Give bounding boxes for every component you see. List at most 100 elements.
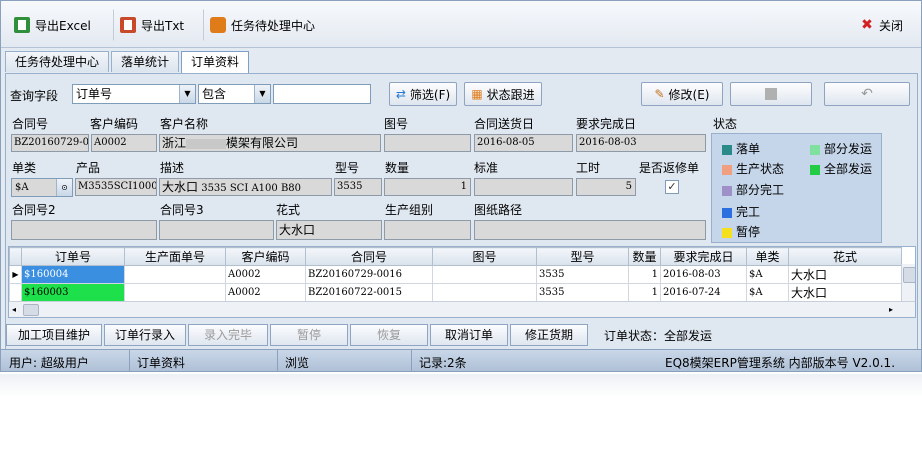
cell-unit[interactable]: $A	[746, 283, 789, 302]
query-field-select[interactable]: 订单号 ▼	[72, 84, 196, 104]
unit-select[interactable]: $A ⊙	[11, 178, 73, 197]
cell-qty[interactable]: 1	[628, 265, 661, 284]
status-track-button[interactable]: ▦ 状态跟进	[464, 82, 542, 106]
status-bar: 用户: 超级用户 订单资料 浏览 记录:2条 EQ8模架ERP管理系统 内部版本…	[1, 349, 921, 371]
excel-icon	[14, 17, 30, 33]
cell-contract-no[interactable]: BZ20160729-0016	[305, 265, 433, 284]
cell-unit[interactable]: $A	[746, 265, 789, 284]
chevron-down-icon: ▼	[254, 85, 270, 103]
column-header[interactable]: 单类	[746, 247, 789, 266]
cell-drawing-no[interactable]	[432, 283, 537, 302]
rework-checkbox[interactable]: ✓	[665, 180, 679, 194]
add-item-button[interactable]: 加工项目维护	[6, 324, 102, 346]
column-header[interactable]: 合同号	[305, 247, 433, 266]
main-window: 导出Excel 导出Txt 任务待处理中心 ✖ 关闭 任务待处理中心 落单统计 …	[0, 0, 922, 372]
fix-date-button[interactable]: 修正货期	[510, 324, 588, 346]
redacted-block	[186, 138, 227, 149]
vertical-scrollbar[interactable]	[901, 264, 915, 301]
column-header[interactable]: 订单号	[21, 247, 125, 266]
contract-no-field[interactable]: BZ20160729-001	[11, 134, 89, 152]
standard-field[interactable]	[474, 178, 573, 196]
column-header[interactable]: 花式	[788, 247, 902, 266]
cell-drawing-no[interactable]	[432, 265, 537, 284]
scroll-thumb[interactable]	[23, 304, 39, 316]
export-txt-button[interactable]: 导出Txt	[113, 9, 191, 41]
qty-field[interactable]: 1	[384, 178, 471, 196]
filter-label: 筛选(F)	[409, 87, 451, 102]
modify-button[interactable]: ✎ 修改(E)	[641, 82, 723, 106]
query-op-select[interactable]: 包含 ▼	[198, 84, 271, 104]
desc-field[interactable]: 大水口 3535 SCI A100 B80	[159, 178, 332, 196]
column-header[interactable]: 图号	[432, 247, 537, 266]
query-text-input[interactable]	[273, 84, 371, 104]
customer-name-prefix: 浙江	[162, 136, 187, 150]
pause-button[interactable]: 暂停	[270, 324, 348, 346]
cell-req-finish[interactable]: 2016-08-03	[660, 265, 747, 284]
resume-button[interactable]: 恢复	[350, 324, 428, 346]
scroll-left-icon[interactable]: ◂	[12, 305, 16, 314]
legend-item: 完工	[722, 203, 760, 220]
cell-pattern[interactable]: 大水口	[788, 265, 902, 284]
column-header[interactable]: 客户编码	[225, 247, 306, 266]
desc-label: 描述	[160, 161, 185, 175]
undo-button[interactable]: ↶	[824, 82, 910, 106]
scroll-right-icon[interactable]: ▸	[889, 305, 893, 314]
toolbar: 导出Excel 导出Txt 任务待处理中心 ✖ 关闭	[1, 1, 921, 48]
table-row[interactable]: ▶ $160004 A0002 BZ20160729-0016 3535 1 2…	[9, 265, 902, 284]
scroll-thumb[interactable]	[903, 267, 915, 283]
drawing-path-field[interactable]	[474, 220, 706, 240]
standard-label: 标准	[474, 161, 499, 175]
pattern-field[interactable]: 大水口	[276, 220, 382, 240]
table-row[interactable]: $160003 A0002 BZ20160722-0015 3535 1 201…	[9, 283, 902, 302]
order-line-button[interactable]: 订单行录入	[104, 324, 186, 346]
cell-contract-no[interactable]: BZ20160722-0015	[305, 283, 433, 302]
task-center-button[interactable]: 任务待处理中心	[203, 9, 322, 41]
contract-no3-label: 合同号3	[160, 203, 204, 217]
cell-order-no[interactable]: $160003	[21, 283, 125, 302]
model-field[interactable]: 3535	[334, 178, 382, 196]
legend-swatch	[722, 185, 732, 196]
column-header[interactable]: 数量	[628, 247, 661, 266]
customer-name-field[interactable]: 浙江 模架有限公司	[159, 134, 381, 152]
cell-model[interactable]: 3535	[536, 265, 629, 284]
row-pointer-icon: ▶	[9, 265, 22, 284]
filter-button[interactable]: ⇄ 筛选(F)	[389, 82, 457, 106]
req-finish-field[interactable]: 2016-08-03	[576, 134, 706, 152]
cell-customer-code[interactable]: A0002	[225, 283, 306, 302]
export-excel-button[interactable]: 导出Excel	[7, 9, 98, 41]
tab-order-stats[interactable]: 落单统计	[111, 51, 180, 72]
product-field[interactable]: M3535SCI10008	[75, 178, 157, 196]
save-button[interactable]	[730, 82, 812, 106]
cell-model[interactable]: 3535	[536, 283, 629, 302]
contract-no2-field[interactable]	[11, 220, 157, 240]
cell-order-no[interactable]: $160004	[21, 265, 125, 284]
cell-prod-no[interactable]	[124, 283, 226, 302]
column-header[interactable]: 要求完成日	[660, 247, 747, 266]
unit-label: 单类	[12, 161, 37, 175]
tab-task-center[interactable]: 任务待处理中心	[5, 51, 110, 72]
tab-order-info[interactable]: 订单资料	[181, 51, 250, 73]
status-divider	[411, 350, 412, 371]
chevron-down-icon: ⊙	[56, 179, 72, 196]
customer-code-field[interactable]: A0002	[91, 134, 157, 152]
legend-label: 部分发运	[824, 142, 873, 156]
drawing-no-field[interactable]	[384, 134, 471, 152]
column-header[interactable]: 生产面单号	[124, 247, 226, 266]
hours-field[interactable]: 5	[576, 178, 636, 196]
contract-ship-field[interactable]: 2016-08-05	[474, 134, 573, 152]
cell-pattern[interactable]: 大水口	[788, 283, 902, 302]
order-table: 订单号 生产面单号 客户编码 合同号 图号 型号 数量 要求完成日 单类 花式	[9, 247, 902, 302]
cancel-order-button[interactable]: 取消订单	[430, 324, 508, 346]
entry-done-button[interactable]: 录入完毕	[188, 324, 268, 346]
cell-req-finish[interactable]: 2016-07-24	[660, 283, 747, 302]
column-header[interactable]: 型号	[536, 247, 629, 266]
cell-qty[interactable]: 1	[628, 283, 661, 302]
prod-group-field[interactable]	[384, 220, 471, 240]
horizontal-scrollbar[interactable]: ◂ ▸	[9, 301, 915, 317]
contract-no3-field[interactable]	[159, 220, 274, 240]
cell-prod-no[interactable]	[124, 265, 226, 284]
window-reflection	[0, 374, 922, 450]
close-button[interactable]: ✖ 关闭	[853, 9, 910, 41]
cell-customer-code[interactable]: A0002	[225, 265, 306, 284]
legend-swatch	[722, 144, 732, 155]
